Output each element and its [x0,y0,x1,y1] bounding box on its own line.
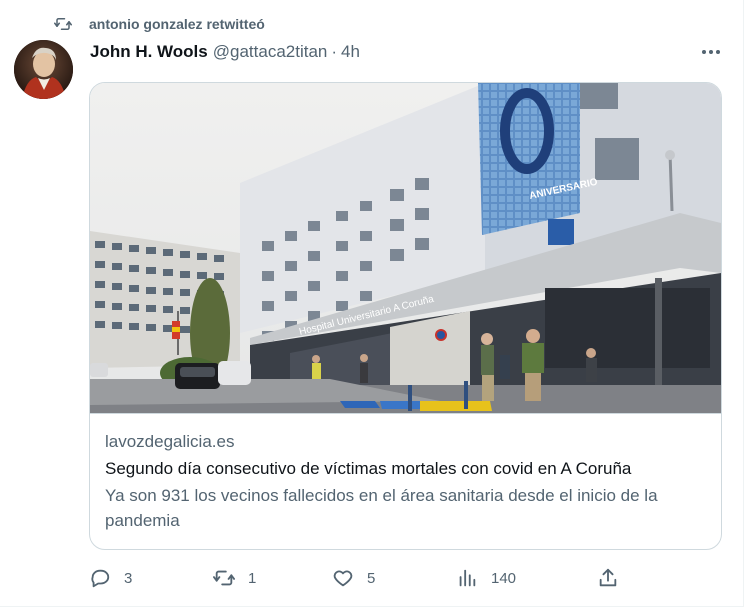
link-preview-card[interactable]: ANIVERSARIO Hospital Universitario A Cor… [89,82,722,550]
card-description[interactable]: Ya son 931 los vecinos fallecidos en el … [105,483,707,533]
tweet-timestamp[interactable]: 4h [341,42,360,62]
retweet-count: 1 [248,569,257,587]
views-chart-icon [459,569,476,587]
more-icon [702,50,720,54]
heart-icon [333,570,353,587]
retweet-context[interactable]: antonio gonzalez retwitteó [54,14,265,34]
separator-dot: · [331,42,338,61]
card-title[interactable]: Segundo día consecutivo de víctimas mort… [105,458,707,480]
avatar[interactable] [14,40,73,99]
retweet-action-icon [213,570,235,586]
retweet-text[interactable]: antonio gonzalez retwitteó [89,16,265,32]
retweet-icon [54,18,72,30]
more-options-button[interactable] [698,42,724,62]
share-icon [599,568,617,587]
card-domain[interactable]: lavozdegalicia.es [105,431,707,453]
like-count: 5 [367,569,376,587]
views-button[interactable]: 140 [456,565,516,591]
display-name[interactable]: John H. Wools [90,42,208,62]
share-button[interactable] [597,565,632,591]
hospital-photo: ANIVERSARIO Hospital Universitario A Cor… [90,83,721,414]
views-count: 140 [491,569,517,587]
card-text[interactable]: lavozdegalicia.es Segundo día consecutiv… [105,431,707,533]
tweet-header: John H. Wools @gattaca2titan · 4h [90,42,360,62]
reply-count: 3 [124,569,133,587]
tweet-actions: 3 1 5 140 [89,565,629,591]
retweet-button[interactable]: 1 [213,565,256,591]
like-button[interactable]: 5 [332,565,375,591]
user-handle[interactable]: @gattaca2titan [213,42,328,62]
tweet-container[interactable]: antonio gonzalez retwitteó John H. Wools… [0,0,744,607]
reply-icon [91,569,110,588]
reply-button[interactable]: 3 [89,565,132,591]
